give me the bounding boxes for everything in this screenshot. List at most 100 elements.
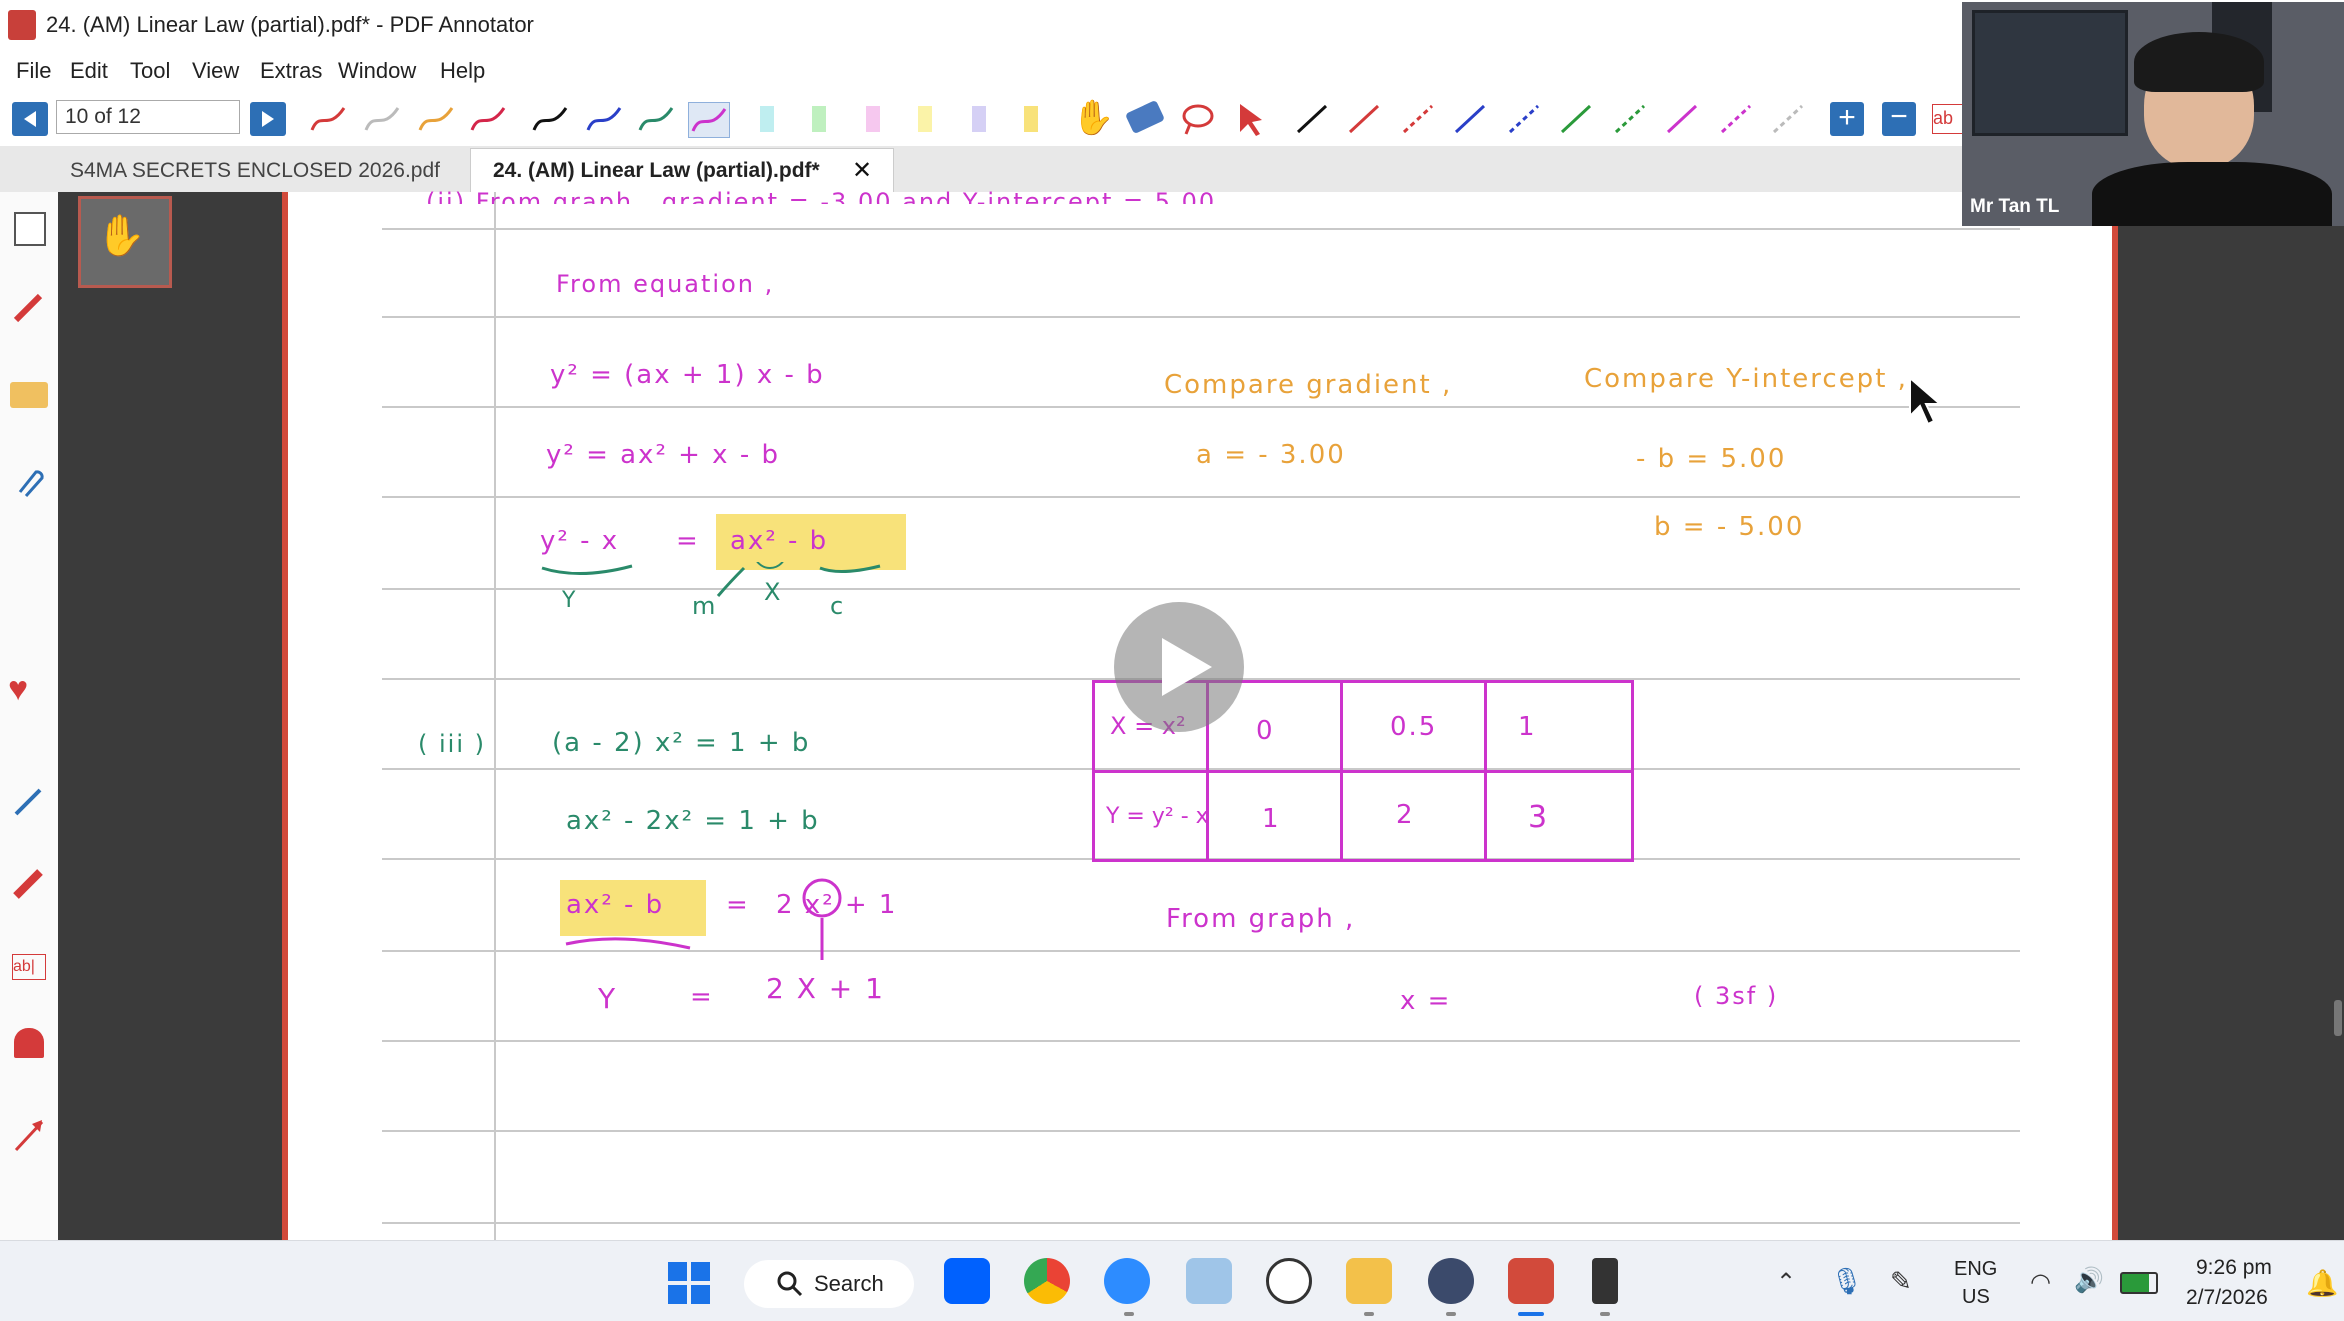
tray-chevron-up-icon[interactable]: ⌃ [1776, 1268, 1796, 1297]
previous-page-button[interactable] [12, 102, 48, 136]
compare-intercept-text: Compare Y-intercept , [1584, 364, 1908, 394]
equation-3-braces [541, 562, 881, 597]
language-indicator[interactable]: ENG [1954, 1258, 1997, 1281]
pen-magenta-icon[interactable] [688, 102, 730, 138]
keyboard-layout-indicator[interactable]: US [1962, 1286, 1990, 1309]
select-arrow-icon[interactable] [1232, 102, 1272, 136]
pdf-annotator-taskbar-icon[interactable] [1508, 1258, 1554, 1304]
webcam-name-label: Mr Tan TL [1970, 196, 2060, 217]
page-border-left [282, 192, 288, 1240]
clock-date[interactable]: 2/7/2026 [2186, 1286, 2268, 1310]
chat-app-icon[interactable] [1186, 1258, 1232, 1304]
line-grey-dashed-icon[interactable] [1768, 102, 1808, 136]
clock-app-icon[interactable] [1266, 1258, 1312, 1304]
active-indicator [1518, 1312, 1544, 1316]
file-explorer-icon[interactable] [1346, 1258, 1392, 1304]
lasso-icon[interactable] [1178, 102, 1218, 136]
line-magenta-icon[interactable] [1662, 102, 1702, 136]
search-label: Search [814, 1271, 884, 1296]
pencil-blue-icon[interactable] [10, 782, 48, 820]
vertical-scrollbar[interactable] [2334, 1000, 2342, 1036]
folder-icon[interactable] [10, 382, 48, 408]
calculator-icon[interactable] [1592, 1258, 1618, 1304]
paperclip-icon[interactable] [10, 462, 48, 500]
equation-1: y² = (ax + 1) x - b [550, 360, 825, 390]
table-x-2: 1 [1518, 712, 1537, 742]
text-tool-button[interactable]: ab [1932, 104, 1964, 134]
a-value-text: a = - 3.00 [1196, 440, 1346, 470]
pen-grey-icon[interactable] [362, 102, 402, 136]
zoom-in-button[interactable]: + [1830, 102, 1864, 136]
app-feather-icon[interactable] [1428, 1258, 1474, 1304]
menu-view[interactable]: View [192, 58, 239, 84]
from-graph-text: From graph , [1166, 904, 1356, 934]
zoom-icon[interactable] [1104, 1258, 1150, 1304]
equation-3-equals: = [676, 526, 700, 556]
menu-extras[interactable]: Extras [260, 58, 322, 84]
equation-7-right: 2 X + 1 [766, 972, 885, 1005]
close-tab-icon[interactable]: ✕ [852, 156, 872, 185]
chrome-icon[interactable] [1024, 1258, 1070, 1304]
line-blue-icon[interactable] [1450, 102, 1490, 136]
blank-page-icon[interactable] [14, 212, 46, 246]
tab-linear-law[interactable]: 24. (AM) Linear Law (partial).pdf* [470, 148, 894, 192]
running-indicator [1600, 1312, 1610, 1316]
pen-tool-icon[interactable] [10, 288, 48, 326]
line-green-icon[interactable] [1556, 102, 1596, 136]
highlighter-cyan-icon[interactable] [760, 106, 774, 132]
next-page-button[interactable] [250, 102, 286, 136]
zoom-out-button[interactable]: − [1882, 102, 1916, 136]
label-x: X [764, 578, 783, 606]
hand-tool-icon[interactable]: ✋ [1072, 98, 1114, 138]
pen-red-icon[interactable] [308, 102, 348, 136]
equation-6-annotations [565, 878, 842, 960]
menu-edit[interactable]: Edit [70, 58, 108, 84]
arrow-tool-icon[interactable] [10, 1116, 48, 1154]
dropbox-icon[interactable] [944, 1258, 990, 1304]
text-box-icon[interactable]: ab| [12, 954, 46, 980]
notification-bell-icon[interactable]: 🔔 [2306, 1268, 2338, 1299]
menu-window[interactable]: Window [338, 58, 416, 84]
pen-green-icon[interactable] [636, 102, 676, 136]
volume-icon[interactable]: 🔊 [2074, 1266, 2104, 1295]
line-red-icon[interactable] [1344, 102, 1384, 136]
highlighter-lavender-icon[interactable] [972, 106, 986, 132]
microphone-icon[interactable]: 🎙 [1830, 1266, 1863, 1297]
tab-s4ma-secrets[interactable]: S4MA SECRETS ENCLOSED 2026.pdf [40, 150, 460, 192]
pen-black-icon[interactable] [530, 102, 570, 136]
ruled-line [382, 1040, 2020, 1042]
menu-tool[interactable]: Tool [130, 58, 170, 84]
wifi-icon[interactable]: ◠ [2030, 1268, 2051, 1297]
line-red-dashed-icon[interactable] [1398, 102, 1438, 136]
highlighter-gold-icon[interactable] [1024, 106, 1038, 132]
line-magenta-dashed-icon[interactable] [1716, 102, 1756, 136]
favorites-heart-icon[interactable]: ♥ [8, 670, 28, 709]
line-green-dashed-icon[interactable] [1610, 102, 1650, 136]
line-blue-dashed-icon[interactable] [1504, 102, 1544, 136]
pen-orange-icon[interactable] [416, 102, 456, 136]
play-icon [1162, 638, 1212, 696]
ruled-line [382, 406, 2020, 408]
highlighter-yellow-icon[interactable] [918, 106, 932, 132]
highlighter-green-icon[interactable] [812, 106, 826, 132]
menu-help[interactable]: Help [440, 58, 485, 84]
equation-3-left: y² - x [540, 526, 620, 556]
highlighter-pink-icon[interactable] [866, 106, 880, 132]
table-y-0: 1 [1262, 804, 1281, 834]
pen-crimson-icon[interactable] [468, 102, 508, 136]
left-tool-rail: ♥ ab| [0, 192, 59, 1240]
marker-icon[interactable] [10, 864, 48, 902]
ruled-line [382, 496, 2020, 498]
pen-tray-icon[interactable]: ✎ [1890, 1266, 1912, 1297]
menu-file[interactable]: File [16, 58, 51, 84]
clock-time[interactable]: 9:26 pm [2196, 1256, 2272, 1280]
line-black-icon[interactable] [1292, 102, 1332, 136]
video-play-button[interactable] [1114, 602, 1244, 732]
ruled-line [382, 316, 2020, 318]
ruled-line [382, 1222, 2020, 1224]
battery-icon[interactable] [2120, 1272, 2158, 1294]
page-number-input[interactable]: 10 of 12 [56, 100, 240, 134]
windows-start-icon[interactable] [668, 1262, 710, 1304]
pen-blue-icon[interactable] [584, 102, 624, 136]
stamp-icon[interactable] [14, 1028, 44, 1058]
